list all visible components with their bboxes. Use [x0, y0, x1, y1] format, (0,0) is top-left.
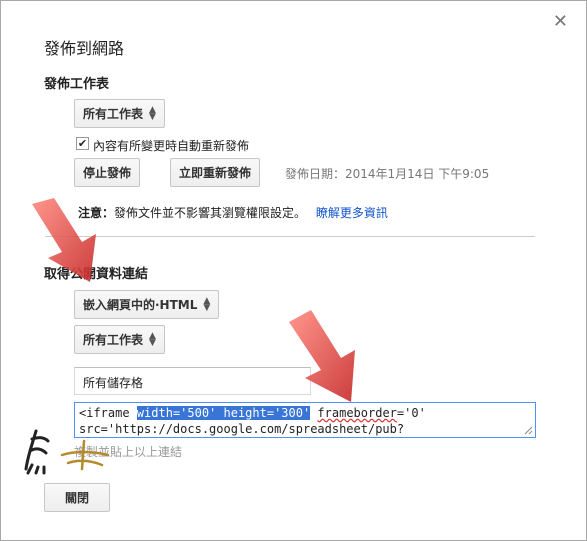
annotation-arrow-icon	[289, 310, 355, 402]
publish-sheet-select[interactable]: 所有工作表 ▲ ▼	[74, 99, 165, 128]
section-divider	[45, 236, 535, 237]
link-sheet-select[interactable]: 所有工作表 ▲ ▼	[74, 325, 165, 354]
cell-range-field[interactable]: 所有儲存格	[74, 367, 311, 395]
stop-publishing-button[interactable]: 停止發佈	[74, 158, 141, 187]
format-select-label: 嵌入網頁中的·HTML	[83, 298, 198, 312]
code-frameborder: frameborder	[317, 406, 397, 420]
publish-sheet-heading: 發佈工作表	[44, 77, 110, 92]
note-text: 發佈文件並不影響其瀏覽權限設定。	[114, 206, 307, 220]
format-select[interactable]: 嵌入網頁中的·HTML ▲ ▼	[74, 290, 220, 319]
note-line: 注意：發佈文件並不影響其瀏覽權限設定。 瞭解更多資訊	[78, 204, 388, 221]
auto-republish-checkbox[interactable]: ✔	[76, 137, 89, 150]
select-arrows-icon: ▲ ▼	[203, 295, 211, 313]
select-arrows-icon: ▲ ▼	[149, 330, 156, 348]
auto-republish-label: 內容有所變更時自動重新發佈	[93, 139, 250, 153]
dialog-title: 發佈到網路	[44, 39, 125, 58]
code-prefix: <iframe	[79, 406, 137, 420]
close-icon[interactable]: ✕	[553, 13, 568, 31]
resize-grip-icon[interactable]	[524, 426, 533, 435]
publish-date: 發佈日期：2014年1月14日 下午9:05	[285, 167, 490, 181]
republish-now-label: 立即重新發佈	[179, 166, 252, 180]
annotation-arrow-icon	[32, 198, 96, 282]
learn-more-link[interactable]: 瞭解更多資訊	[316, 206, 388, 220]
code-frameborder-value: ='0'	[396, 406, 426, 420]
link-sheet-select-label: 所有工作表	[83, 333, 144, 347]
watermark-logo-icon	[24, 429, 110, 475]
select-arrows-icon: ▲ ▼	[149, 104, 156, 122]
stop-publishing-label: 停止發佈	[83, 166, 132, 180]
embed-code-textarea[interactable]: <iframe width='500' height='300' framebo…	[74, 402, 536, 438]
code-src-line: src='https://docs.google.com/spreadsheet…	[79, 422, 405, 436]
publish-sheet-select-label: 所有工作表	[83, 107, 144, 121]
close-button-label: 關閉	[65, 491, 90, 505]
code-selected-dimensions: width='500' height='300'	[136, 406, 311, 420]
republish-now-button[interactable]: 立即重新發佈	[170, 158, 261, 187]
close-button[interactable]: 關閉	[44, 483, 111, 512]
